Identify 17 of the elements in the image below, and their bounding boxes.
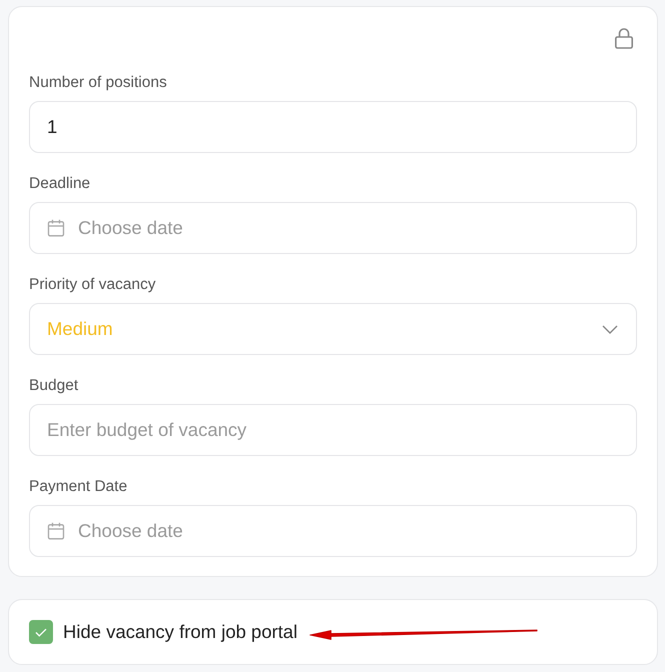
date-field[interactable]: Choose date [29, 202, 637, 254]
calendar-icon [47, 522, 65, 540]
field-label: Priority of vacancy [29, 275, 156, 294]
checkbox-label: Hide vacancy from job portal [63, 621, 298, 643]
field-label: Number of positions [29, 73, 167, 92]
number-input[interactable]: 1 [29, 101, 637, 153]
calendar-icon [47, 219, 65, 237]
field-label: Budget [29, 376, 78, 395]
checkmark-icon [35, 628, 47, 636]
field-label: Deadline [29, 174, 90, 193]
chevron-down-icon [602, 324, 618, 334]
checkbox[interactable] [29, 620, 53, 644]
field-label: Payment Date [29, 477, 128, 496]
priority-select[interactable]: Medium [29, 303, 637, 355]
date-field[interactable]: Choose date [29, 505, 637, 557]
text-input[interactable]: Enter budget of vacancy [29, 404, 637, 456]
lock-icon[interactable] [614, 27, 634, 49]
